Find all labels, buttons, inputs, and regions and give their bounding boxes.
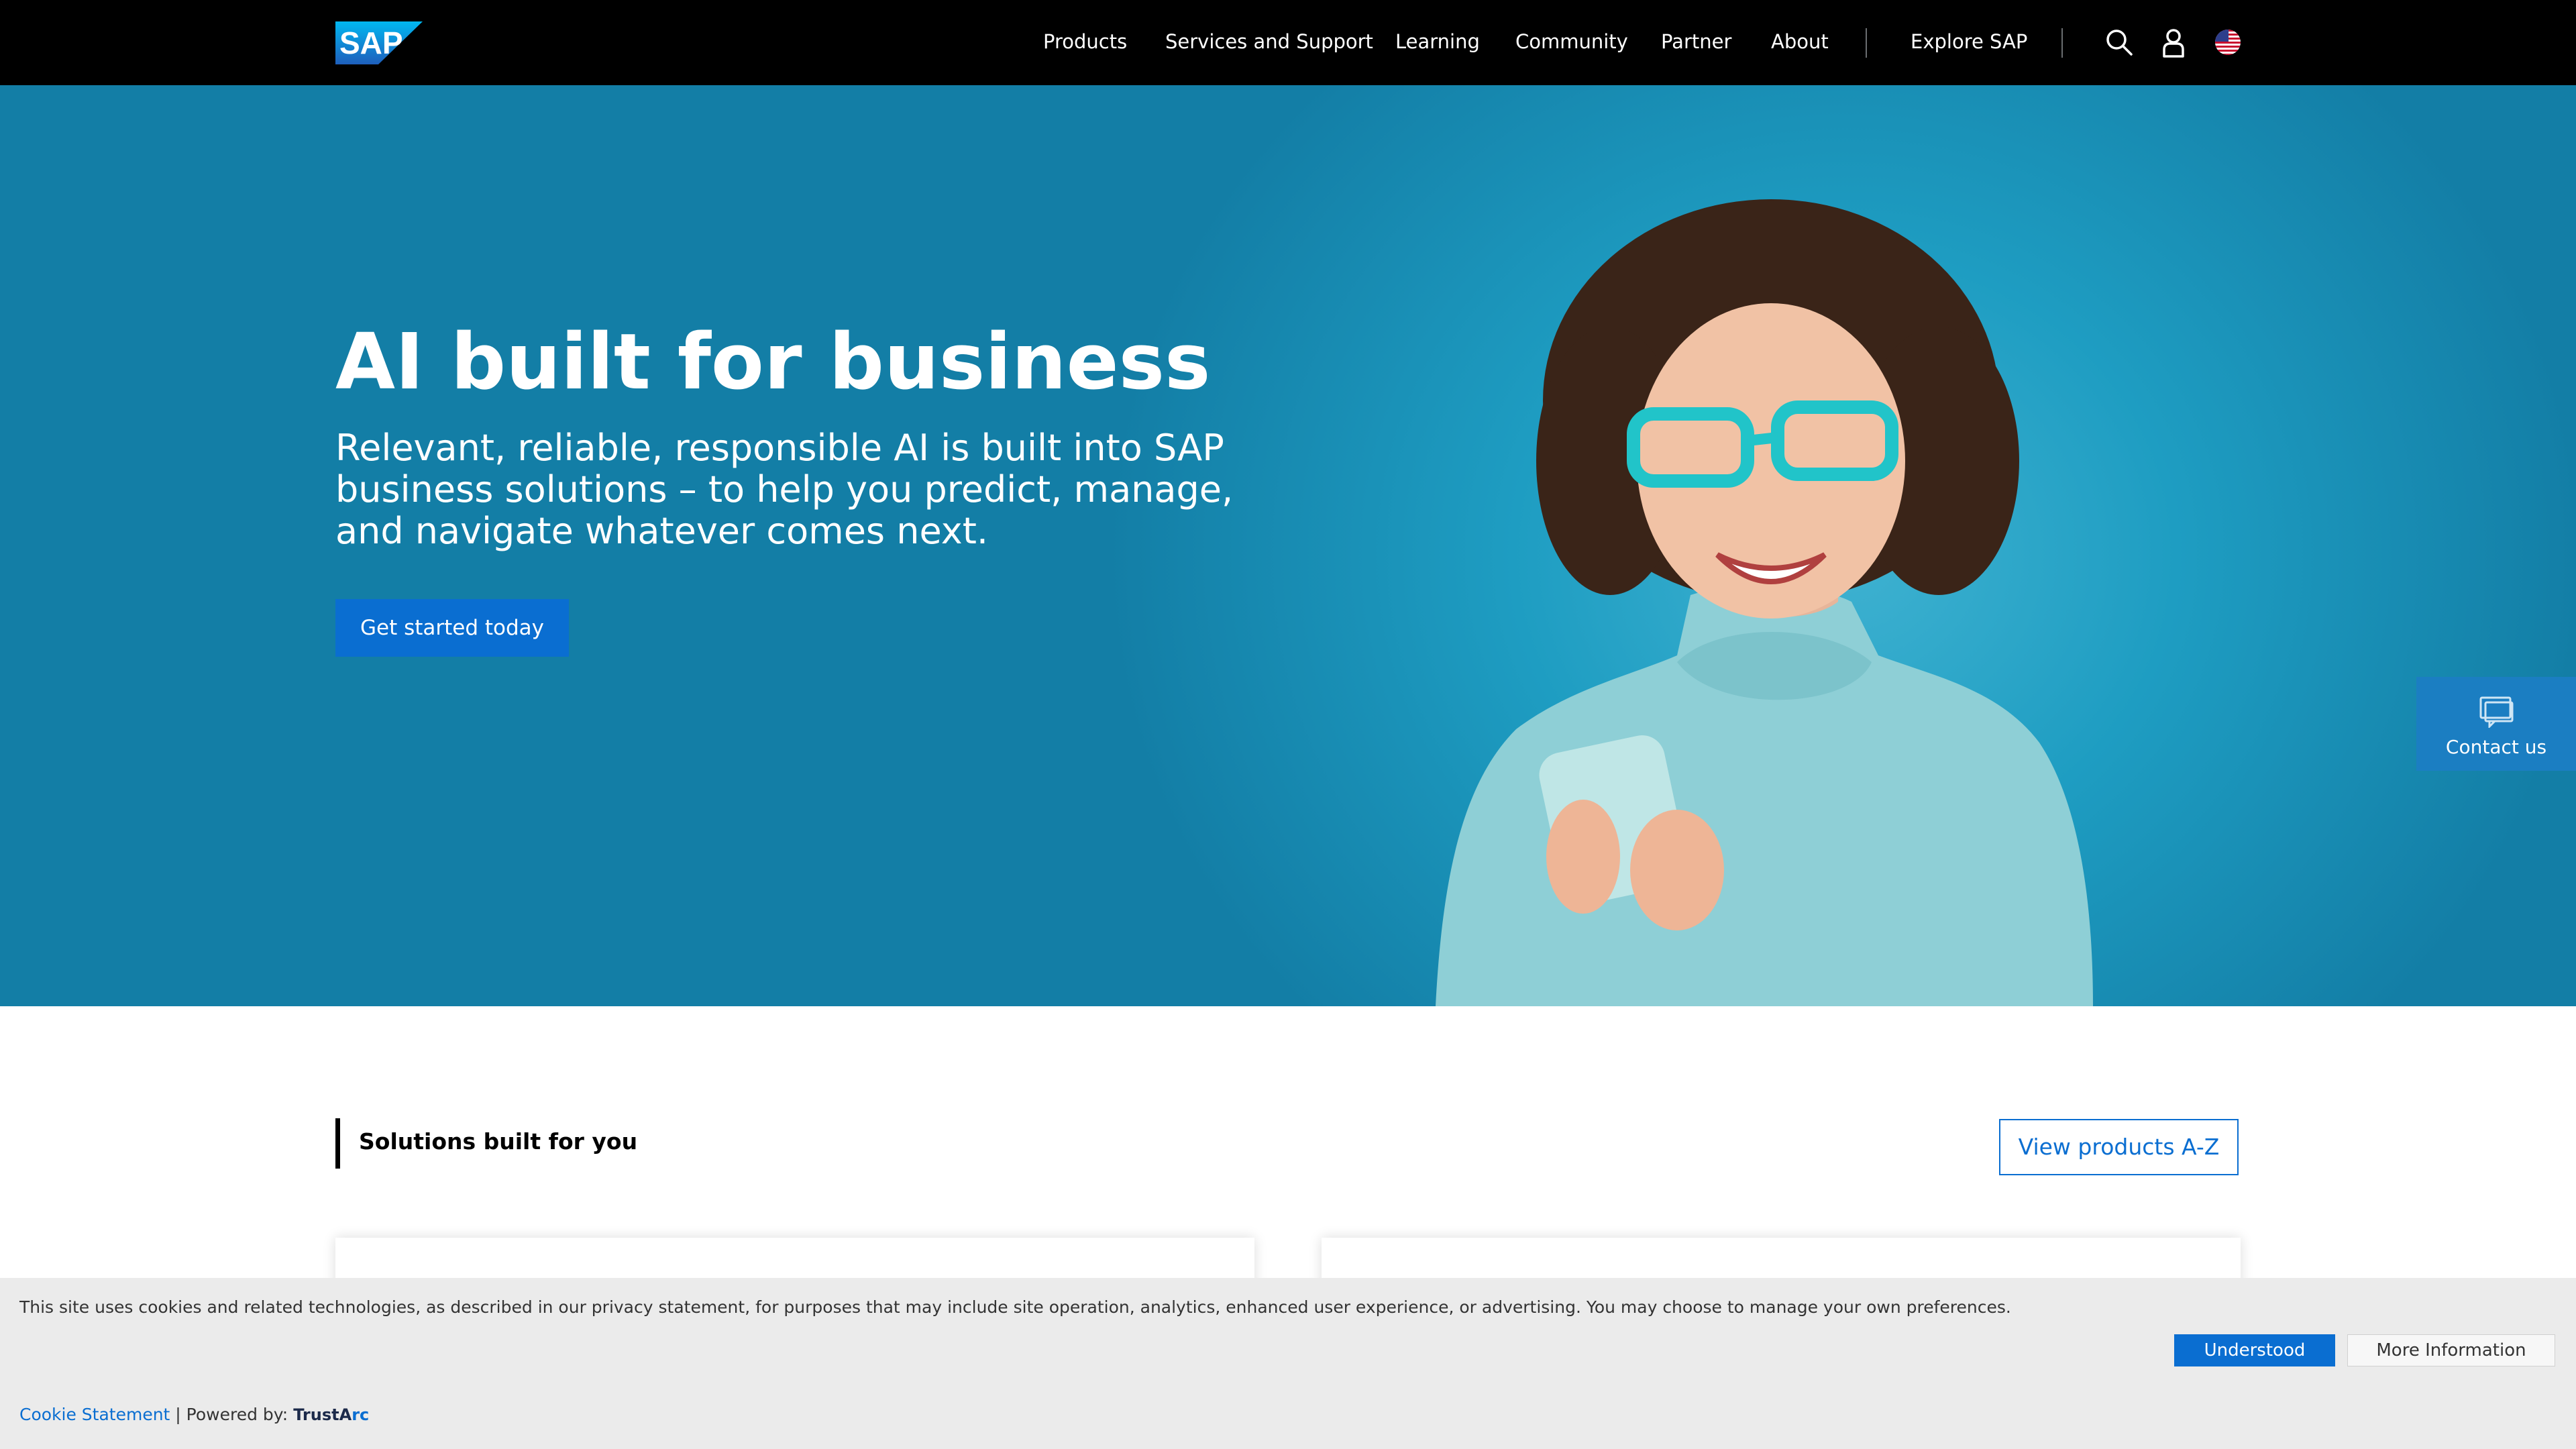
nav-divider (1866, 28, 1867, 58)
trustarc-logo[interactable]: TrustArc (293, 1405, 369, 1424)
top-navigation-bar: SAP Products Services and Support Learni… (0, 0, 2576, 85)
nav-partner[interactable]: Partner (1661, 0, 1731, 85)
contact-us-button[interactable]: Contact us (2416, 677, 2576, 771)
chat-icon (2479, 696, 2514, 728)
hero-title: AI built for business (335, 317, 1211, 407)
solutions-section-title: Solutions built for you (335, 1118, 637, 1169)
nav-community[interactable]: Community (1515, 0, 1628, 85)
nav-services-and-support[interactable]: Services and Support (1165, 0, 1373, 85)
search-icon[interactable] (2104, 27, 2135, 58)
view-products-az-button[interactable]: View products A-Z (1999, 1119, 2239, 1175)
cookie-notice-text: This site uses cookies and related techn… (19, 1297, 2011, 1317)
nav-about[interactable]: About (1771, 0, 1829, 85)
more-information-button[interactable]: More Information (2347, 1334, 2555, 1366)
svg-text:SAP: SAP (339, 25, 403, 60)
hero-subtitle: Relevant, reliable, responsible AI is bu… (335, 427, 1234, 552)
powered-by-label: | Powered by: (170, 1405, 288, 1424)
nav-products[interactable]: Products (1043, 0, 1127, 85)
nav-divider (2061, 28, 2063, 58)
nav-explore-sap[interactable]: Explore SAP (1911, 0, 2027, 85)
us-flag-icon[interactable] (2212, 27, 2243, 58)
get-started-button[interactable]: Get started today (335, 599, 569, 657)
hero-banner: AI built for business Relevant, reliable… (0, 85, 2576, 1006)
contact-us-label: Contact us (2445, 736, 2547, 758)
user-icon[interactable] (2158, 27, 2189, 58)
cookie-footer: Cookie Statement | Powered by: TrustArc (19, 1405, 369, 1424)
cookie-statement-link[interactable]: Cookie Statement (19, 1405, 170, 1424)
nav-learning[interactable]: Learning (1395, 0, 1480, 85)
understood-button[interactable]: Understood (2174, 1334, 2335, 1366)
sap-logo[interactable]: SAP (335, 21, 423, 64)
